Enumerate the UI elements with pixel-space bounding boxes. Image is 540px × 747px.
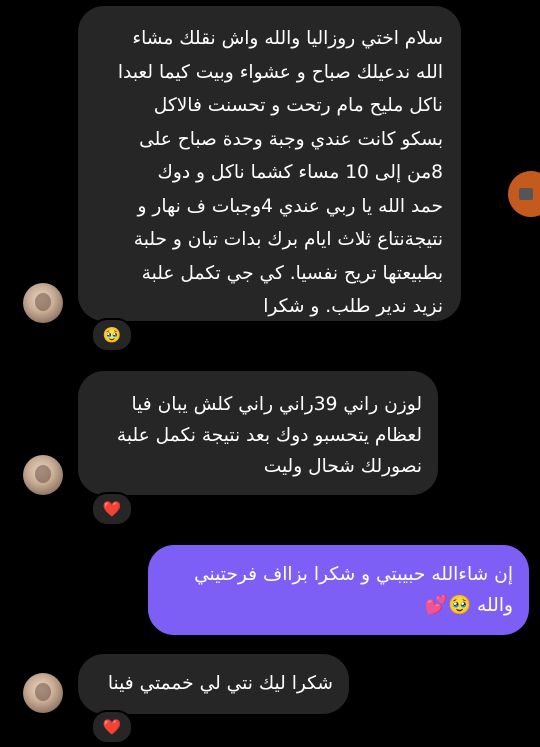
scroll-handle[interactable]	[508, 171, 540, 217]
contact-avatar[interactable]	[23, 673, 63, 713]
message-line: نزيد ندير طلب. و شكرا	[263, 296, 443, 317]
contact-avatar[interactable]	[23, 455, 63, 495]
message-line: بطبيعتها تريح نفسيا. كي جي تكمل علبة	[141, 262, 443, 284]
message-line: نصورلك شحال وليت	[263, 456, 422, 477]
incoming-message-bubble[interactable]: لوزن راني 39راني راني كلش يبان فيا لعظام…	[78, 371, 438, 495]
message-line: شكرا ليك نتي لي خممتي فينا	[107, 673, 333, 694]
incoming-message-bubble[interactable]: سلام اختي روزاليا والله واش نقلك مشاء ال…	[78, 6, 461, 321]
message-line: لوزن راني 39راني راني كلش يبان فيا	[131, 394, 422, 415]
outgoing-message-bubble[interactable]: إن شاءالله حبيبتي و شكرا بزااف فرحتيني و…	[148, 545, 529, 635]
square-icon	[519, 188, 533, 200]
pleading-face-emoji-icon: 🥹	[102, 326, 122, 344]
message-line: حمد الله يا ربي عندي 4وجبات ف نهار و	[137, 195, 443, 217]
message-line: لعظام يتحسبو دوك بعد نتيجة نكمل علبة	[116, 425, 422, 446]
message-line: إن شاءالله حبيبتي و شكرا بزااف فرحتيني	[194, 564, 513, 585]
message-line: نتيجةنتاع ثلاث ايام برك بدات تبان و حلبة	[133, 229, 443, 250]
message-line: سلام اختي روزاليا والله واش نقلك مشاء	[132, 28, 443, 49]
heart-icon: ❤️	[102, 718, 122, 736]
heart-icon: ❤️	[102, 500, 122, 518]
message-line: الله ندعيلك صباح و عشواء وبيت كيما لعبدا	[117, 61, 443, 83]
message-line: 8من إلى 10 مساء كشما ناكل و دوك	[157, 162, 443, 183]
message-line: والله 🥹💕	[424, 595, 513, 616]
message-line: ناكل مليح مام رتحت و تحسنت فالاكل	[153, 95, 443, 116]
reaction-badge[interactable]: ❤️	[91, 710, 133, 744]
reaction-badge[interactable]: 🥹	[91, 318, 133, 352]
reaction-badge[interactable]: ❤️	[91, 492, 133, 526]
contact-avatar[interactable]	[23, 283, 63, 323]
incoming-message-bubble[interactable]: شكرا ليك نتي لي خممتي فينا	[78, 654, 349, 714]
message-line: بسكو كانت عندي وجبة وحدة صباح على	[139, 128, 443, 150]
